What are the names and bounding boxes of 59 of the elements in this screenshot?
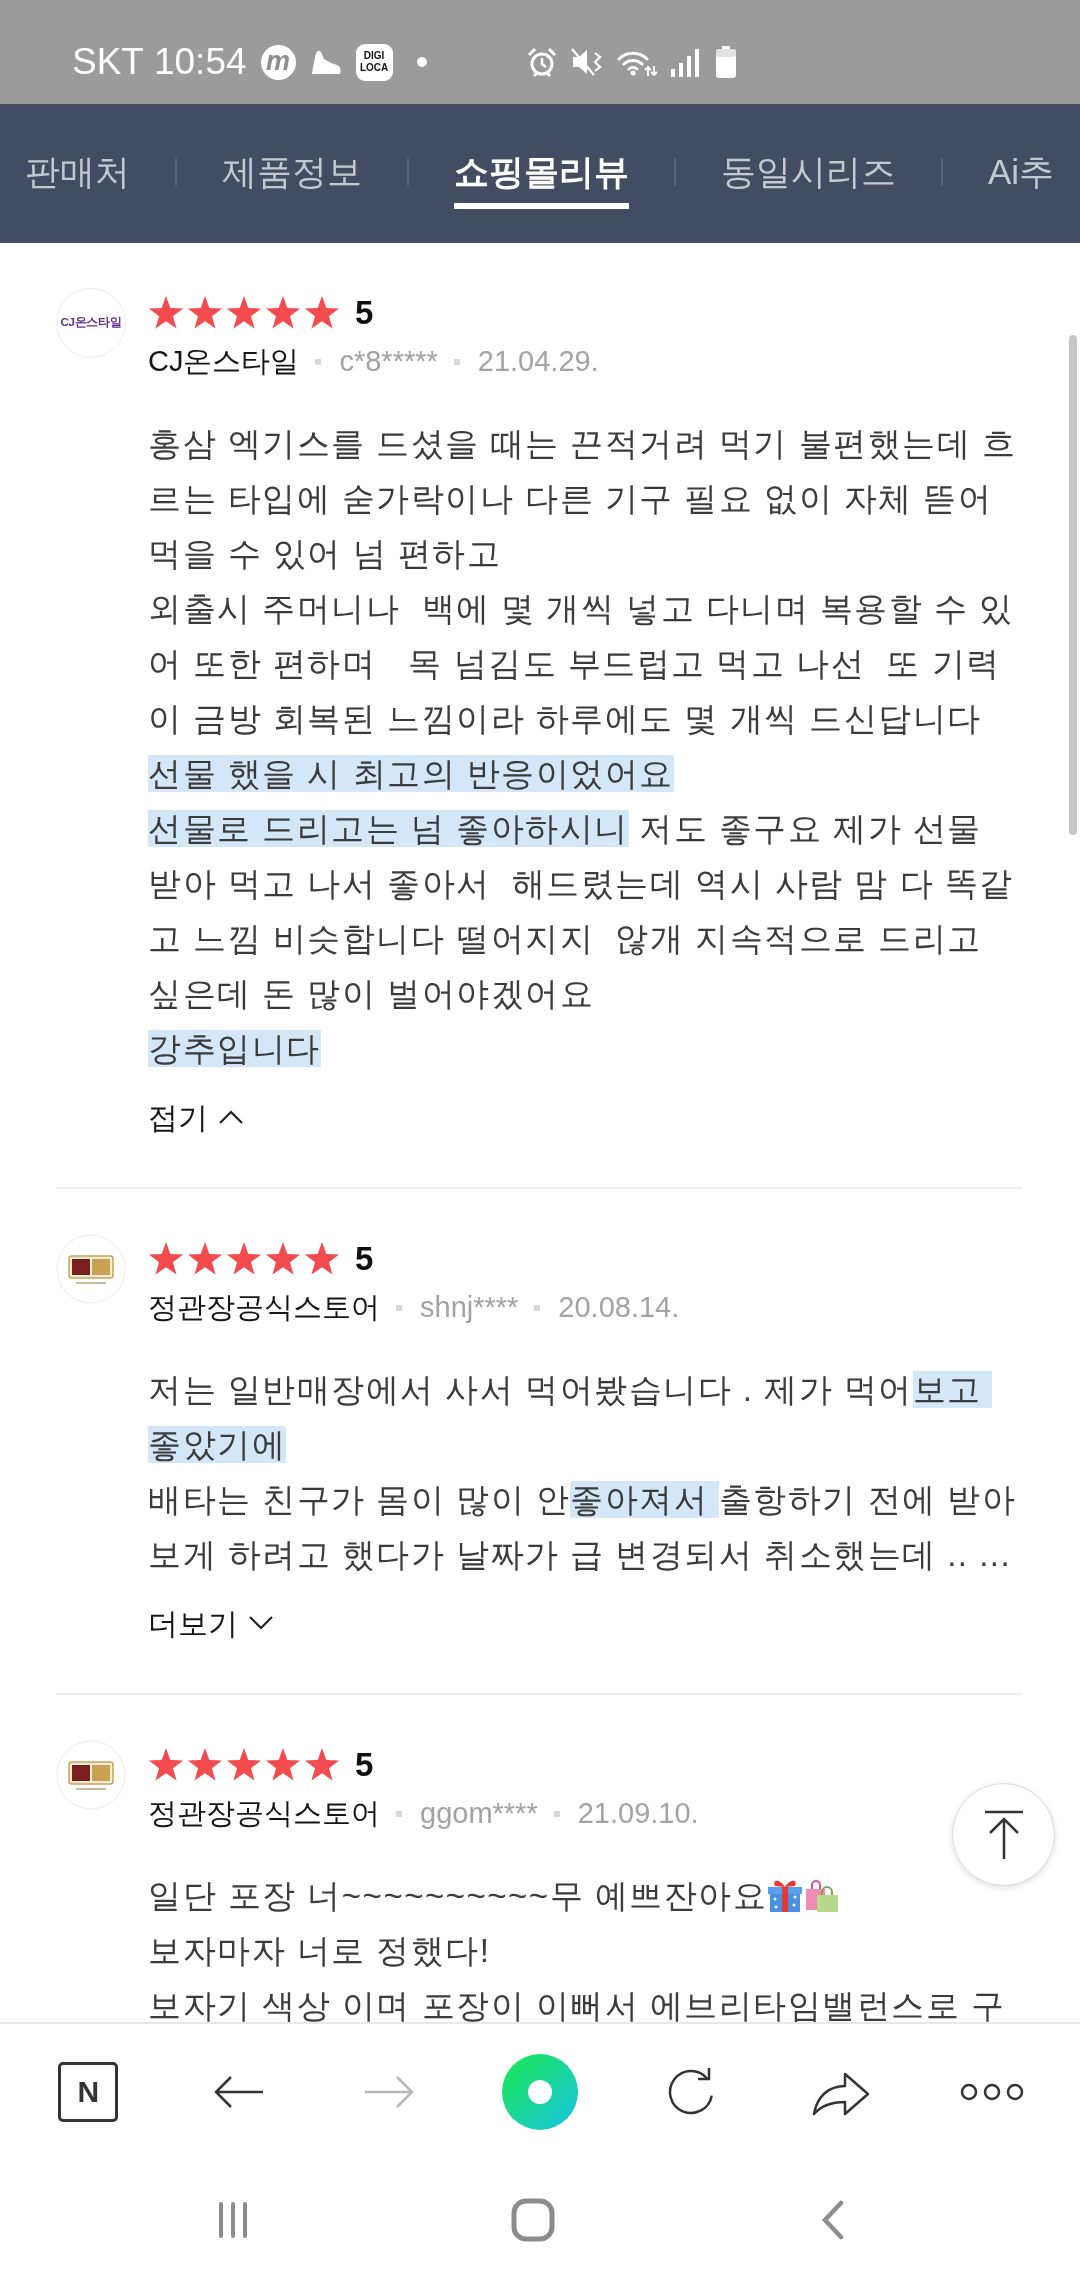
mute-icon [570,47,603,77]
star-icon [304,1748,340,1782]
shopping-bags-icon [803,1877,840,1913]
review-text: 일단 포장 너~~~~~~~~~~무 예쁘잔아요 [148,1877,768,1914]
back-icon[interactable] [820,2200,846,2240]
star-icon [148,1242,184,1276]
store-emblem-icon [56,1740,126,1810]
star-icon [265,1748,301,1782]
scroll-to-top-button[interactable] [952,1783,1055,1886]
tab[interactable]: Ai추 [988,133,1055,209]
carrier-name: SKT [72,40,144,84]
seller-name: 정관장공식스토어 [148,1796,380,1832]
star-icon [226,1748,262,1782]
star-icon [265,296,301,330]
alarm-icon [526,47,557,77]
app-badge: m [260,44,296,80]
review-text: 저는 일반매장에서 사서 먹어봤습니다 . 제가 먹어 보고 좋았기에 배타는 친구가 몸이 많이 안좋아져서 출항하기 전에 받아 보게 하려고 했다가 날짜가 급 변경되서 취소했는데 .. ... [148,1370,1018,1575]
seller-name: 정관장공식스토어 [148,1290,380,1326]
star-icon [226,296,262,330]
dot-icon [416,57,427,67]
rating-value: 5 [355,293,374,333]
seller-name: CJ온스타일 [148,344,300,380]
review-date: 21.04.29. [477,344,599,380]
recent-apps-icon[interactable] [217,2200,249,2240]
clock-time: 10:54 [153,40,247,84]
star-icon [304,1242,340,1276]
app-badge: DIGI LOCA [355,43,393,81]
tab[interactable]: 제품정보 [222,133,362,209]
store-emblem-icon [56,1234,126,1304]
collapse-button[interactable]: 접기 [148,1095,244,1139]
star-icon [148,296,184,330]
tab[interactable]: 동일시리즈 [721,133,896,209]
review-text: 홍삼 엑기스를 드셨을 때는 끈적거려 먹기 불편했는데 흐 르는 타입에 숟가락이나 다른 기구 필요 없이 자체 뜯어 먹을 수 있어 넘 편하고 외출시 주머니나 백에 몇 개씩 넣고 다니며 복용할 수 있 어 또한 편하며 목 넘김도 부드럽고 먹고 나선 또 기력 이 금방 회복된 느낌이라 하루에도 몇 개씩 드신답니다 선물 했을 시 최고의 반응이었어요 선물로 드리고는 넘 좋아하시니 저도 좋구요 제가 선물 받아 먹고 나서 좋아서 해드렸는데 역시 사람 맘 다 똑같 고 느낌 비슷합니다 떨어지지 않개 지속적으로 드리고 싶은데 돈 많이 벌어야겠어요 강추입니다 [148,424,1018,1069]
tab[interactable]: 판매처 [25,133,130,209]
tab[interactable]: 쇼핑몰리뷰 [454,133,629,209]
reviewer-id: ggom**** [420,1796,538,1832]
signal-icon [670,47,701,77]
star-icon [265,1242,301,1276]
star-icon [304,296,340,330]
chevron-up-icon [218,1109,244,1125]
star-icon [148,1748,184,1782]
review-date: 20.08.14. [558,1290,680,1326]
back-arrow-icon[interactable] [212,2074,265,2110]
reviewer-id: c*8***** [339,344,438,380]
star-icon [187,1242,223,1276]
home-icon[interactable] [511,2198,555,2242]
star-icon [226,1242,262,1276]
reviewer-id: shnj**** [420,1290,519,1326]
star-icon [187,296,223,330]
home-button[interactable]: N [58,2062,119,2122]
star-icon [187,1748,223,1782]
chevron-down-icon [248,1615,274,1631]
more-icon[interactable] [958,2082,1025,2102]
rating-value: 5 [355,1239,374,1279]
expand-button[interactable]: 더보기 [148,1601,274,1645]
review-text: 보자마자 너로 정했다! 보자기 색상 이며 포장이 이뻐서 에브리타임밸런스로 구 [148,1931,1007,2022]
battery-icon [714,46,737,78]
review-date: 21.09.10. [577,1796,699,1832]
rating-value: 5 [355,1745,374,1785]
